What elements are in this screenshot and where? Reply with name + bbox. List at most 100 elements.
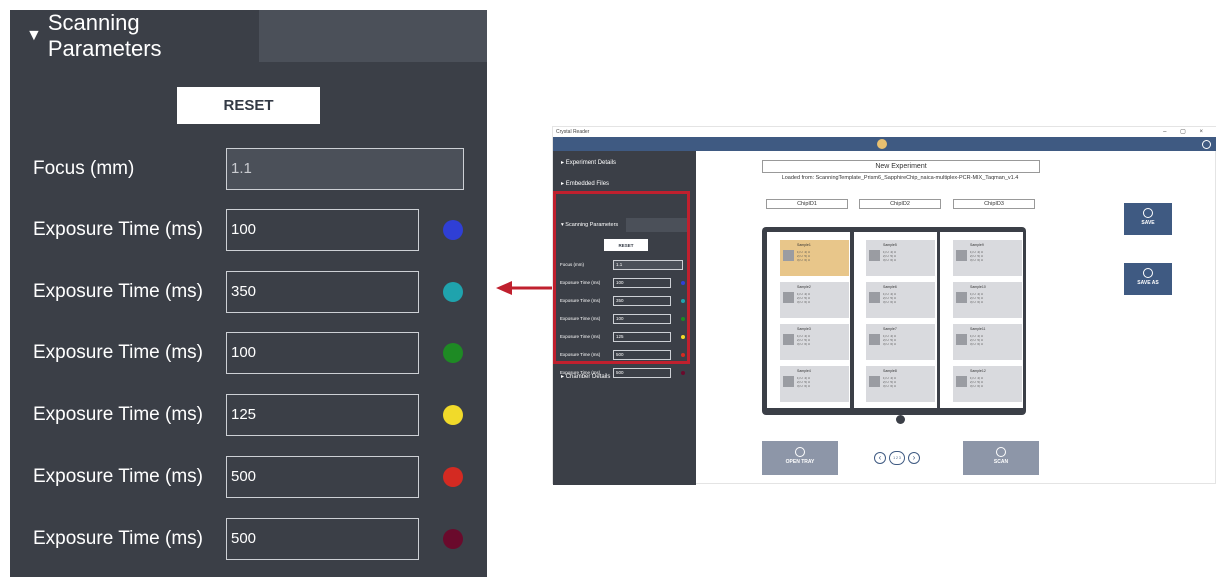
sample-name: Sample7	[883, 327, 897, 331]
exposure-input[interactable]: 500	[226, 518, 419, 560]
sample-tile[interactable]: Sample11 1) U 4) U 2) U 5) U 3) U 6) U	[953, 324, 1022, 360]
sidebar-item-label: Experiment Details	[565, 160, 617, 166]
tab-bar-filler	[259, 10, 487, 62]
experiment-name-input[interactable]: New Experiment	[762, 160, 1040, 173]
save-as-label: SAVE AS	[1137, 280, 1159, 286]
sample-tile[interactable]: Sample2 1) U 4) U 2) U 5) U 3) U 6) U	[780, 282, 849, 318]
sample-name: Sample1	[797, 243, 811, 247]
sample-tile[interactable]: Sample7 1) U 4) U 2) U 5) U 3) U 6) U	[866, 324, 935, 360]
sample-tile[interactable]: Sample9 1) U 4) U 2) U 5) U 3) U 6) U	[953, 240, 1022, 276]
sample-thumbnail	[783, 292, 794, 303]
sample-tile[interactable]: Sample5 1) U 4) U 2) U 5) U 3) U 6) U	[866, 240, 935, 276]
exposure-input[interactable]: 500	[226, 456, 419, 498]
exposure-input[interactable]: 100	[226, 209, 419, 251]
exposure-row: Exposure Time (ms) 100	[10, 332, 487, 374]
exposure-label: Exposure Time (ms)	[33, 219, 203, 240]
sample-thumbnail	[869, 334, 880, 345]
scanning-parameters-tab[interactable]: ▼ Scanning Parameters	[10, 10, 259, 62]
sample-detail: 1) U 4) U 2) U 5) U 3) U 6) U	[883, 334, 897, 346]
focus-label: Focus (mm)	[33, 158, 135, 179]
sample-detail: 1) U 4) U 2) U 5) U 3) U 6) U	[797, 334, 811, 346]
sample-thumbnail	[956, 376, 967, 387]
sample-detail: 1) U 4) U 2) U 5) U 3) U 6) U	[970, 334, 984, 346]
scan-label: SCAN	[993, 459, 1009, 465]
sample-name: Sample6	[883, 285, 897, 289]
sample-detail: 1) U 4) U 2) U 5) U 3) U 6) U	[797, 292, 811, 304]
chip-id-field[interactable]: ChipID3	[953, 199, 1035, 209]
exposure-row: Exposure Time (ms) 350	[10, 271, 487, 313]
sample-tile[interactable]: Sample1 1) U 4) U 2) U 5) U 3) U 6) U	[780, 240, 849, 276]
channel-color-dot	[443, 467, 463, 487]
sample-tile[interactable]: Sample3 1) U 4) U 2) U 5) U 3) U 6) U	[780, 324, 849, 360]
chip-id-field[interactable]: ChipID2	[859, 199, 941, 209]
sample-detail: 1) U 4) U 2) U 5) U 3) U 6) U	[970, 292, 984, 304]
sample-thumbnail	[956, 250, 967, 261]
save-button[interactable]: SAVE	[1124, 203, 1172, 235]
save-as-button[interactable]: SAVE AS	[1124, 263, 1172, 295]
scan-button[interactable]: SCAN	[963, 441, 1039, 475]
sample-detail: 1) U 4) U 2) U 5) U 3) U 6) U	[797, 376, 811, 388]
channel-color-dot	[681, 371, 685, 375]
sample-thumbnail	[783, 334, 794, 345]
sample-detail: 1) U 4) U 2) U 5) U 3) U 6) U	[883, 250, 897, 262]
sample-thumbnail	[956, 334, 967, 345]
triangle-down-icon: ▼	[26, 27, 42, 44]
chevron-left-icon[interactable]: ‹	[874, 452, 886, 464]
eject-icon	[795, 447, 805, 457]
channel-color-dot	[443, 405, 463, 425]
sample-tile[interactable]: Sample8 1) U 4) U 2) U 5) U 3) U 6) U	[866, 366, 935, 402]
exposure-input[interactable]: 100	[226, 332, 419, 374]
chevron-right-icon[interactable]: ›	[908, 452, 920, 464]
play-icon	[996, 447, 1006, 457]
exposure-input[interactable]: 350	[226, 271, 419, 313]
exposure-label: Exposure Time (ms)	[560, 370, 601, 375]
sample-thumbnail	[783, 376, 794, 387]
sample-detail: 1) U 4) U 2) U 5) U 3) U 6) U	[970, 250, 984, 262]
exposure-row: Exposure Time (ms) 125	[10, 394, 487, 436]
sample-name: Sample10	[970, 285, 986, 289]
save-as-icon	[1143, 268, 1153, 278]
focus-row: Focus (mm) 1.1	[10, 148, 487, 190]
sidebar-item-experiment-details[interactable]: ▸ Experiment Details	[561, 159, 616, 166]
channel-color-dot	[443, 220, 463, 240]
reset-button[interactable]: RESET	[177, 87, 320, 124]
open-tray-button[interactable]: OPEN TRAY	[762, 441, 838, 475]
exposure-input[interactable]: 125	[226, 394, 419, 436]
exposure-row: Exposure Time (ms) 500	[10, 456, 487, 498]
chip-id-field[interactable]: ChipID1	[766, 199, 848, 209]
focus-input[interactable]: 1.1	[226, 148, 464, 190]
exposure-label: Exposure Time (ms)	[33, 342, 203, 363]
highlight-box	[553, 191, 690, 364]
figure: ▼ Scanning Parameters RESET Focus (mm) 1…	[0, 0, 1216, 577]
sample-detail: 1) U 4) U 2) U 5) U 3) U 6) U	[883, 376, 897, 388]
callout-arrow-icon	[496, 281, 556, 295]
exposure-row: Exposure Time (ms) 100	[10, 209, 487, 251]
sample-tile[interactable]: Sample10 1) U 4) U 2) U 5) U 3) U 6) U	[953, 282, 1022, 318]
sample-name: Sample8	[883, 369, 897, 373]
sample-tile[interactable]: Sample12 1) U 4) U 2) U 5) U 3) U 6) U	[953, 366, 1022, 402]
exposure-row: Exposure Time (ms) 500	[10, 518, 487, 560]
sample-thumbnail	[783, 250, 794, 261]
exposure-input[interactable]: 500	[613, 368, 671, 378]
loaded-from-text: Loaded from: ScanningTemplate_Prism6_Sap…	[781, 175, 1019, 181]
sample-detail: 1) U 4) U 2) U 5) U 3) U 6) U	[883, 292, 897, 304]
pager: ‹ 1 2 3 ›	[874, 451, 920, 465]
sample-name: Sample4	[797, 369, 811, 373]
sample-detail: 1) U 4) U 2) U 5) U 3) U 6) U	[797, 250, 811, 262]
sample-name: Sample11	[970, 327, 986, 331]
sample-tile[interactable]: Sample6 1) U 4) U 2) U 5) U 3) U 6) U	[866, 282, 935, 318]
tab-label: Scanning Parameters	[47, 10, 162, 61]
open-tray-label: OPEN TRAY	[785, 459, 815, 465]
exposure-label: Exposure Time (ms)	[33, 528, 203, 549]
save-icon	[1143, 208, 1153, 218]
app-logo-icon	[877, 139, 887, 149]
info-icon[interactable]	[1202, 140, 1211, 149]
sample-name: Sample12	[970, 369, 986, 373]
window-controls[interactable]: – ▢ ×	[1163, 127, 1209, 137]
sidebar-item-label: Embedded Files	[565, 181, 610, 187]
sidebar-item-embedded-files[interactable]: ▸ Embedded Files	[561, 180, 609, 187]
sample-thumbnail	[869, 292, 880, 303]
window-title: Crystal Reader	[553, 127, 1216, 137]
sample-name: Sample5	[883, 243, 897, 247]
sample-tile[interactable]: Sample4 1) U 4) U 2) U 5) U 3) U 6) U	[780, 366, 849, 402]
